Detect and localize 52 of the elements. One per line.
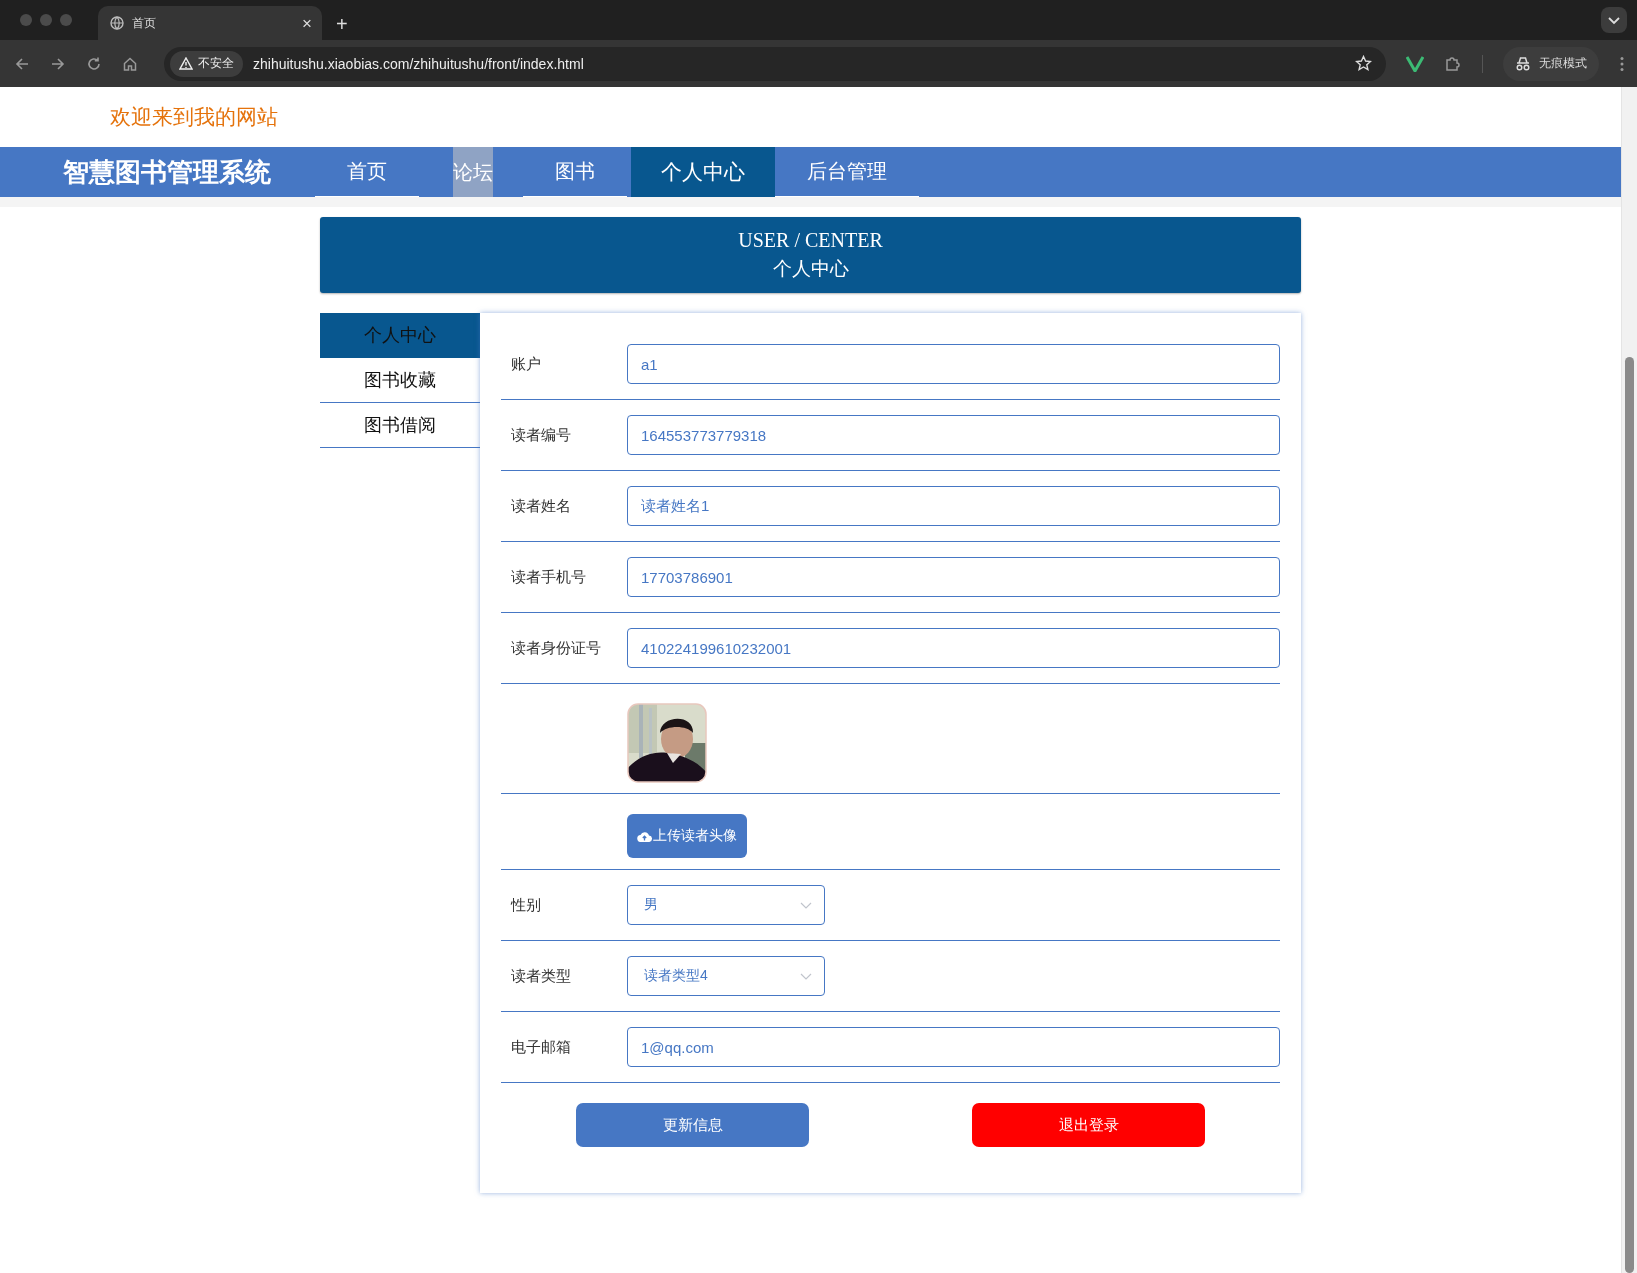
v-logo-icon[interactable]: [1406, 55, 1424, 72]
security-chip[interactable]: 不安全: [170, 50, 243, 77]
incognito-icon: [1515, 56, 1531, 71]
sidebar-item[interactable]: 图书借阅: [320, 403, 480, 448]
scrollbar[interactable]: [1621, 87, 1637, 1273]
update-button[interactable]: 更新信息: [576, 1103, 809, 1147]
select-field[interactable]: 读者类型4: [627, 956, 825, 996]
text-field[interactable]: 1@qq.com: [627, 1027, 1280, 1067]
incognito-chip[interactable]: 无痕模式: [1503, 46, 1599, 81]
field-label: 电子邮箱: [510, 1037, 572, 1057]
text-field[interactable]: 读者姓名1: [627, 486, 1280, 526]
globe-icon: [110, 16, 124, 30]
field-label: 读者手机号: [510, 567, 587, 587]
field-label: 读者身份证号: [510, 638, 602, 658]
chevron-down-icon: [800, 972, 812, 980]
cloud-upload-icon: [637, 830, 652, 842]
reload-icon[interactable]: [86, 55, 102, 72]
logout-button[interactable]: 退出登录: [972, 1103, 1205, 1147]
puzzle-icon[interactable]: [1444, 54, 1462, 73]
field-label: 读者姓名: [510, 496, 572, 516]
new-tab-button[interactable]: +: [336, 14, 348, 34]
tab-list-icon[interactable]: [1601, 7, 1627, 33]
text-field[interactable]: 410224199610232001: [627, 628, 1280, 668]
field-label: 读者编号: [510, 425, 572, 445]
upload-button[interactable]: 上传读者头像: [627, 814, 747, 858]
tab-title: 首页: [132, 14, 157, 32]
text-field[interactable]: 164553773779318: [627, 415, 1280, 455]
address-bar[interactable]: 不安全 zhihuitushu.xiaobias.com/zhihuitushu/front/index.html: [164, 46, 1386, 81]
welcome-text: 欢迎来到我的网站: [110, 104, 278, 130]
site-title: 智慧图书管理系统: [62, 155, 272, 189]
field-label: 性别: [509, 895, 542, 915]
field-label: 读者类型: [510, 966, 572, 986]
nav-tab[interactable]: 个人中心: [631, 147, 775, 197]
chevron-down-icon: [800, 901, 812, 909]
browser-tab[interactable]: 首页 ×: [98, 6, 322, 40]
url-text: zhihuitushu.xiaobias.com/zhihuitushu/front/index.html: [253, 55, 584, 72]
nav-tab[interactable]: 论坛: [453, 147, 493, 197]
field-label: 账户: [510, 354, 542, 374]
sidebar-item[interactable]: 个人中心: [320, 313, 480, 358]
sidebar-item[interactable]: 图书收藏: [320, 358, 480, 403]
star-icon[interactable]: [1355, 55, 1372, 72]
home-icon[interactable]: [122, 55, 138, 72]
select-field[interactable]: 男: [627, 885, 825, 925]
text-field[interactable]: 17703786901: [627, 557, 1280, 597]
tab-close-button[interactable]: ×: [302, 14, 312, 32]
banner-subtitle: 个人中心: [772, 256, 849, 281]
banner-title: USER / CENTER: [738, 228, 883, 252]
warning-icon: [179, 57, 193, 70]
forward-icon[interactable]: [50, 55, 66, 72]
text-field[interactable]: a1: [627, 344, 1280, 384]
more-icon[interactable]: [1619, 55, 1625, 72]
back-icon[interactable]: [14, 55, 30, 72]
